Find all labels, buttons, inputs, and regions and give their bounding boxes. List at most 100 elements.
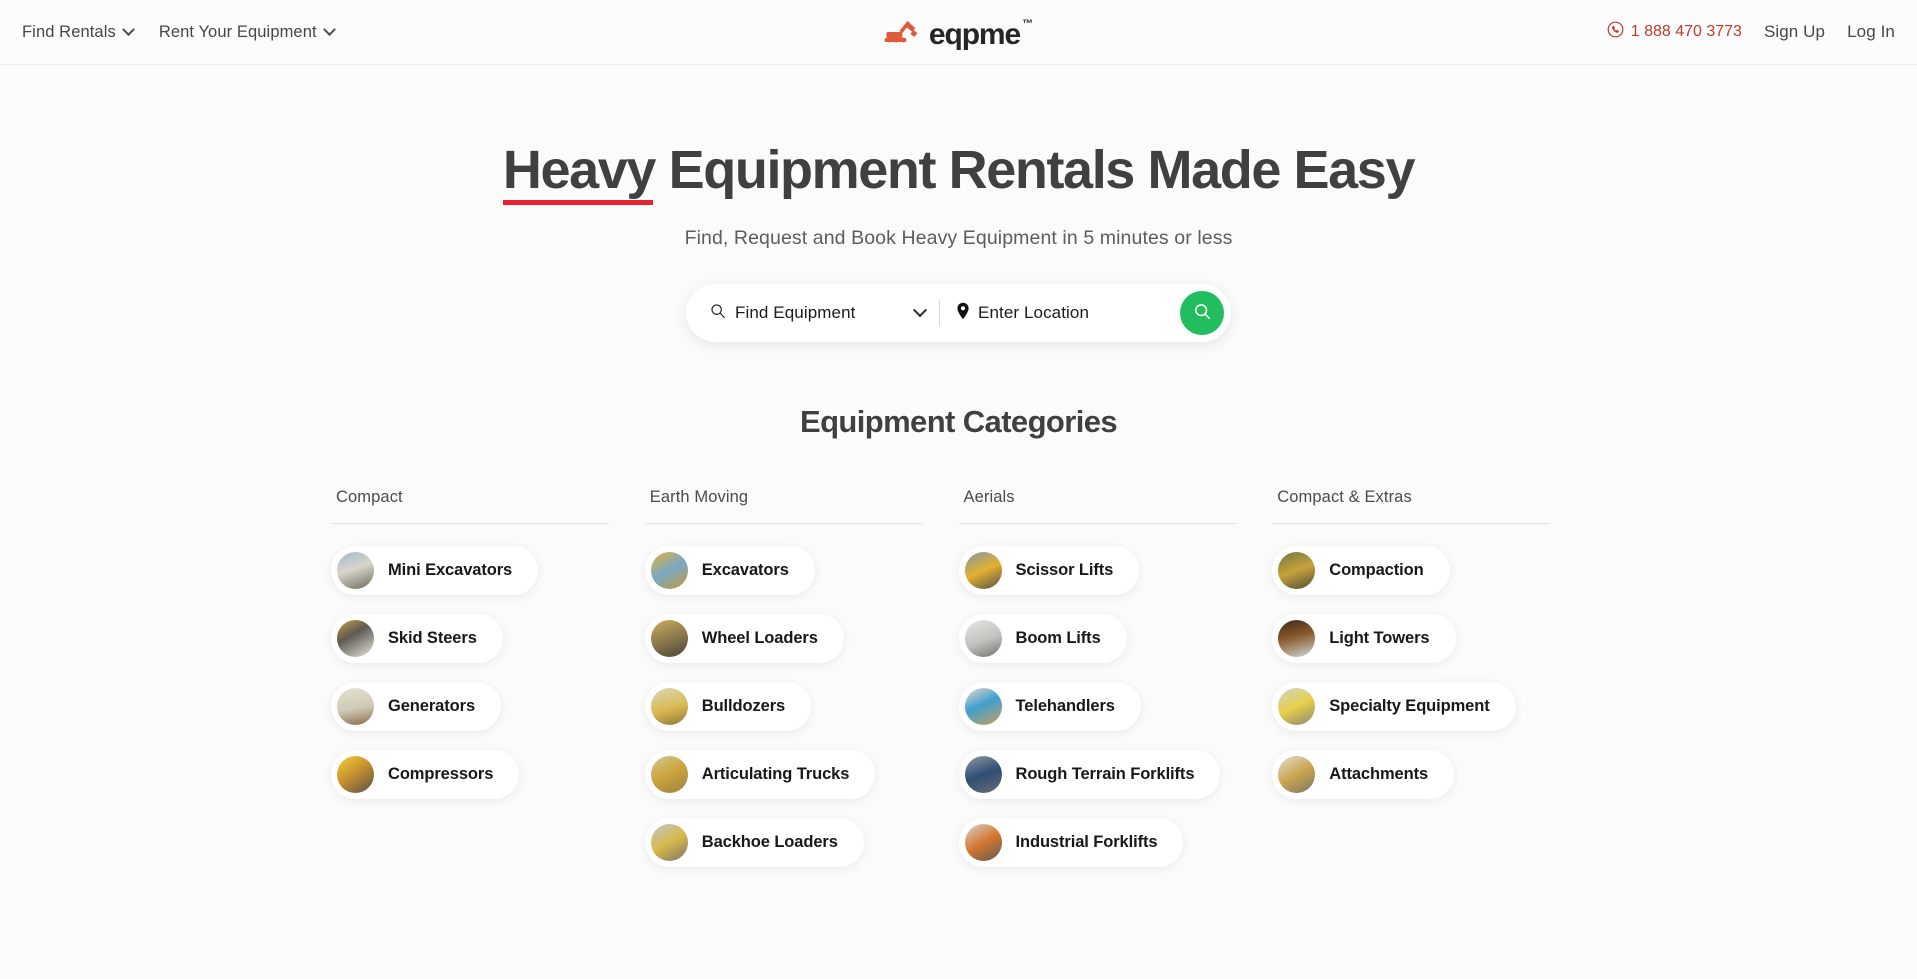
category-thumbnail-image (1278, 688, 1316, 726)
category-item-label: Scissor Lifts (1015, 561, 1114, 580)
phone-circle-icon (1607, 21, 1624, 43)
category-item[interactable]: Backhoe Loaders (644, 818, 864, 868)
category-item-label: Wheel Loaders (701, 629, 818, 648)
category-item[interactable]: Boom Lifts (958, 614, 1127, 664)
category-item[interactable]: Compaction (1272, 546, 1450, 596)
category-column-heading: Compact & Extras (1277, 488, 1412, 507)
category-column-heading: Earth Moving (649, 488, 749, 507)
category-item-label: Attachments (1329, 765, 1429, 784)
search-icon (710, 303, 726, 324)
category-column-divider (958, 523, 1237, 525)
site-header: Find Rentals Rent Your Equipment eqpme ™… (0, 0, 1917, 65)
category-item[interactable]: Mini Excavators (331, 546, 539, 596)
category-thumbnail-image (964, 620, 1002, 658)
log-in-link[interactable]: Log In (1847, 22, 1895, 42)
search-bar: Find Equipment Enter Location (686, 284, 1231, 343)
nav-item-find-rentals-label: Find Rentals (22, 22, 116, 41)
category-item-label: Skid Steers (388, 629, 477, 648)
category-item[interactable]: Industrial Forklifts (958, 818, 1184, 868)
trademark-symbol: ™ (1022, 17, 1034, 30)
category-item-label: Bulldozers (701, 697, 786, 716)
category-thumbnail-image (1278, 756, 1316, 794)
equipment-select[interactable]: Find Equipment (710, 303, 928, 324)
page-title: Heavy Equipment Rentals Made Easy (0, 140, 1917, 206)
category-item[interactable]: Specialty Equipment (1272, 682, 1516, 732)
category-item-label: Generators (388, 697, 476, 716)
phone-link[interactable]: 1 888 470 3773 (1607, 21, 1742, 43)
equipment-select-value: Find Equipment (735, 303, 856, 323)
category-thumbnail-image (337, 756, 374, 794)
category-columns: Compact Mini Excavators Skid Steers Generat… (331, 488, 1586, 886)
category-item-label: Backhoe Loaders (701, 833, 838, 852)
category-thumbnail-image (650, 756, 688, 794)
category-item-label: Mini Excavators (388, 561, 513, 580)
category-item[interactable]: Bulldozers (644, 682, 812, 732)
nav-item-find-rentals[interactable]: Find Rentals (22, 22, 135, 42)
header-actions: 1 888 470 3773 Sign Up Log In (1607, 21, 1895, 43)
page-title-highlight: Heavy (502, 140, 656, 206)
category-item-label: Compressors (388, 765, 494, 784)
category-item[interactable]: Scissor Lifts (958, 546, 1140, 596)
phone-number: 1 888 470 3773 (1630, 23, 1742, 40)
location-input[interactable]: Enter Location (956, 302, 1180, 325)
category-thumbnail-image (964, 756, 1002, 794)
category-thumbnail-image (1278, 552, 1316, 590)
nav-item-rent-your-equipment[interactable]: Rent Your Equipment (159, 22, 336, 42)
chevron-down-icon (121, 22, 135, 36)
category-thumbnail-image (650, 688, 688, 726)
sign-up-link[interactable]: Sign Up (1764, 22, 1825, 42)
hero-section: Heavy Equipment Rentals Made Easy Find, … (0, 65, 1917, 343)
category-item[interactable]: Excavators (644, 546, 815, 596)
category-thumbnail-image (650, 552, 688, 590)
category-item[interactable]: Wheel Loaders (644, 614, 844, 664)
category-item[interactable]: Articulating Trucks (644, 750, 876, 800)
search-button[interactable] (1180, 291, 1224, 336)
category-thumbnail-image (964, 552, 1002, 590)
category-list: Mini Excavators Skid Steers Generators Comp… (331, 546, 645, 818)
category-thumbnail-image (337, 620, 374, 658)
category-item[interactable]: Skid Steers (331, 614, 503, 664)
category-thumbnail-image (650, 620, 688, 658)
primary-nav: Find Rentals Rent Your Equipment (22, 22, 336, 42)
category-column-heading: Aerials (963, 488, 1015, 507)
category-item-label: Compaction (1329, 561, 1424, 580)
search-icon (1193, 302, 1212, 324)
category-thumbnail-image (337, 688, 374, 726)
category-list: Excavators Wheel Loaders Bulldozers Articul… (644, 546, 959, 886)
category-item[interactable]: Rough Terrain Forklifts (958, 750, 1221, 800)
location-input-placeholder: Enter Location (978, 303, 1090, 323)
category-column: Compact & Extras Compaction Light Towers Sp… (1272, 488, 1586, 886)
category-thumbnail-image (337, 552, 374, 590)
category-item[interactable]: Compressors (331, 750, 520, 800)
category-item-label: Boom Lifts (1015, 629, 1101, 648)
category-list: Scissor Lifts Boom Lifts Telehandlers Rough… (958, 546, 1273, 886)
page-title-rest: Equipment Rentals Made Easy (655, 140, 1416, 200)
category-column-divider (1272, 523, 1551, 525)
category-column-divider (331, 523, 609, 525)
category-item-label: Articulating Trucks (701, 765, 850, 784)
category-column-heading: Compact (336, 488, 403, 507)
map-pin-icon (956, 302, 970, 325)
chevron-down-icon (322, 22, 336, 36)
category-item[interactable]: Light Towers (1272, 614, 1456, 664)
category-list: Compaction Light Towers Specialty Equipmen… (1272, 546, 1586, 818)
categories-title: Equipment Categories (800, 404, 1118, 440)
category-item-label: Rough Terrain Forklifts (1015, 765, 1195, 784)
category-item[interactable]: Generators (331, 682, 502, 732)
category-item[interactable]: Attachments (1272, 750, 1455, 800)
hero-subtitle: Find, Request and Book Heavy Equipment i… (684, 227, 1233, 250)
category-column: Aerials Scissor Lifts Boom Lifts Telehandle… (958, 488, 1273, 886)
chevron-down-icon (912, 303, 928, 318)
category-item[interactable]: Telehandlers (958, 682, 1141, 732)
category-thumbnail-image (964, 824, 1002, 862)
search-divider (939, 300, 940, 327)
category-item-label: Specialty Equipment (1329, 697, 1490, 716)
category-item-label: Industrial Forklifts (1015, 833, 1158, 852)
category-column: Compact Mini Excavators Skid Steers Generat… (331, 488, 645, 886)
site-logo[interactable]: eqpme ™ (883, 15, 1034, 50)
category-item-label: Light Towers (1329, 629, 1430, 648)
category-thumbnail-image (650, 824, 688, 862)
category-column-divider (644, 523, 923, 525)
excavator-icon (883, 20, 924, 49)
category-thumbnail-image (1278, 620, 1316, 658)
